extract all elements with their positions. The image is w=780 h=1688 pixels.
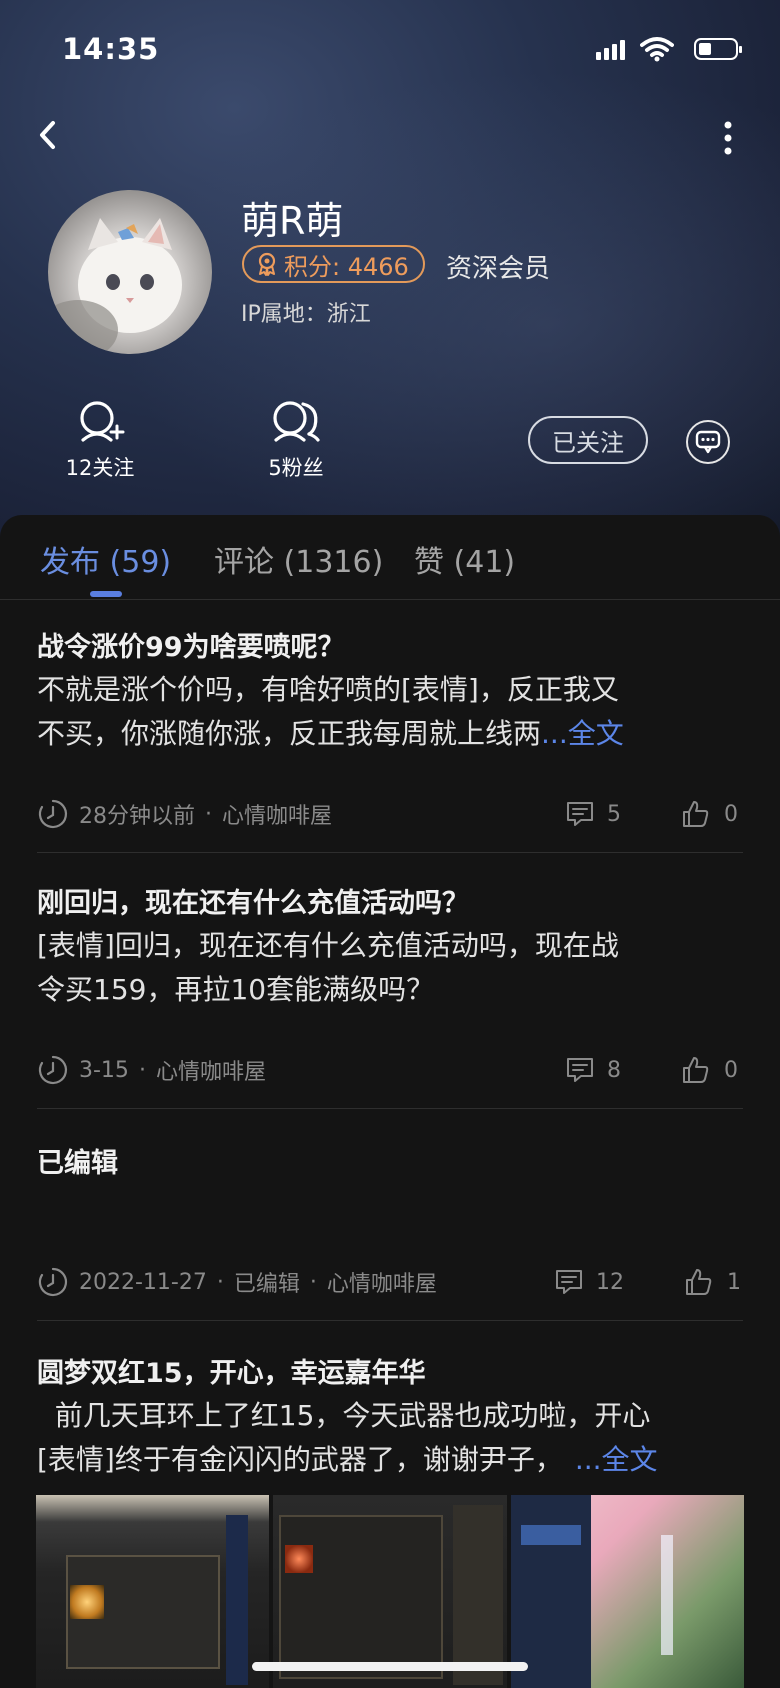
username: 萌R萌 bbox=[241, 199, 344, 243]
comment-count[interactable]: 12 bbox=[554, 1262, 624, 1302]
ip-location: IP属地：浙江 bbox=[241, 302, 371, 327]
post-body-line: [表情]终于有金闪闪的武器了，谢谢尹子， bbox=[37, 1443, 563, 1476]
thumbs-up-icon bbox=[686, 1269, 712, 1295]
post-body: 不就是涨个价吗，有啥好喷的[表情]，反正我又 不买，你涨随你涨，反正我每周就上线… bbox=[37, 668, 743, 756]
divider bbox=[37, 852, 743, 853]
post-title: 战令涨价99为啥要喷呢？ bbox=[37, 632, 345, 663]
clock-icon bbox=[38, 1055, 68, 1085]
followers-stat[interactable]: 5粉丝 bbox=[226, 398, 366, 482]
followed-button[interactable]: 已关注 bbox=[528, 416, 648, 464]
post-meta: 2022-11-27 · 已编辑 · 心情咖啡屋 12 1 bbox=[37, 1262, 743, 1302]
message-button[interactable] bbox=[686, 420, 730, 464]
like-count-value: 0 bbox=[724, 801, 738, 827]
post-time: 28分钟以前 bbox=[79, 804, 195, 829]
comment-count[interactable]: 8 bbox=[565, 1050, 621, 1090]
edited-label: 已编辑 bbox=[233, 1272, 300, 1297]
post-item[interactable]: 圆梦双红15，开心，幸运嘉年华 前几天耳环上了红15，今天武器也成功啦，开心 [… bbox=[37, 1354, 743, 1482]
meta-separator: · bbox=[216, 1269, 224, 1295]
tab-likes[interactable]: 赞 (41) bbox=[414, 537, 515, 581]
comment-count-value: 8 bbox=[607, 1057, 621, 1083]
status-bar: 14:35 bbox=[0, 28, 780, 72]
like-count[interactable]: 1 bbox=[683, 1262, 741, 1302]
back-arrow-icon[interactable] bbox=[36, 118, 58, 152]
comment-count[interactable]: 5 bbox=[565, 794, 621, 834]
medal-icon bbox=[258, 252, 276, 276]
post-image[interactable] bbox=[273, 1495, 507, 1688]
divider bbox=[37, 1320, 743, 1321]
post-image[interactable] bbox=[510, 1495, 744, 1688]
read-more-link[interactable]: ...全文 bbox=[575, 1443, 658, 1476]
clock-icon bbox=[38, 799, 68, 829]
followers-count: 5粉丝 bbox=[268, 456, 324, 480]
like-count-value: 1 bbox=[727, 1269, 741, 1295]
following-count: 12关注 bbox=[65, 456, 135, 480]
avatar[interactable] bbox=[48, 190, 212, 354]
tab-posts[interactable]: 发布 (59) bbox=[40, 537, 171, 581]
comment-icon bbox=[567, 802, 593, 826]
post-title: 刚回归，现在还有什么充值活动吗？ bbox=[37, 888, 469, 919]
post-board[interactable]: 心情咖啡屋 bbox=[222, 798, 332, 830]
like-count-value: 0 bbox=[724, 1057, 738, 1083]
chat-bubble-icon bbox=[695, 430, 721, 454]
post-title: 已编辑 bbox=[37, 1148, 118, 1179]
meta-separator: · bbox=[138, 1057, 146, 1083]
comment-icon bbox=[567, 1058, 593, 1082]
post-body: [表情]回归，现在还有什么充值活动吗，现在战 令买159，再拉10套能满级吗？ bbox=[37, 924, 743, 1012]
cellular-signal-icon bbox=[596, 40, 625, 60]
comment-count-value: 5 bbox=[607, 801, 621, 827]
thumbs-up-icon bbox=[683, 801, 709, 827]
post-body-line: 不买，你涨随你涨，反正我每周就上线两 bbox=[37, 717, 542, 750]
like-count[interactable]: 0 bbox=[680, 1050, 738, 1090]
post-body: 前几天耳环上了红15，今天武器也成功啦，开心 [表情]终于有金闪闪的武器了，谢谢… bbox=[37, 1394, 743, 1482]
member-level: 资深会员 bbox=[446, 254, 551, 284]
post-time: 2022-11-27 bbox=[79, 1269, 207, 1295]
thumbs-up-icon bbox=[683, 1057, 709, 1083]
post-meta: 3-15 · 心情咖啡屋 8 0 bbox=[37, 1050, 743, 1090]
post-item[interactable]: 刚回归，现在还有什么充值活动吗？ [表情]回归，现在还有什么充值活动吗，现在战 … bbox=[37, 884, 743, 1012]
more-options-icon[interactable] bbox=[712, 120, 744, 156]
post-item[interactable]: 已编辑 bbox=[37, 1144, 743, 1184]
comment-icon bbox=[556, 1270, 582, 1294]
post-item[interactable]: 战令涨价99为啥要喷呢？ 不就是涨个价吗，有啥好喷的[表情]，反正我又 不买，你… bbox=[37, 628, 743, 756]
tab-bar: 发布 (59) 评论 (1316) 赞 (41) bbox=[0, 515, 780, 600]
active-tab-indicator bbox=[90, 591, 122, 597]
post-image[interactable] bbox=[36, 1495, 270, 1688]
points-badge: 积分: 4466 bbox=[242, 245, 425, 283]
wifi-icon bbox=[640, 37, 674, 62]
post-body-line: 不就是涨个价吗，有啥好喷的[表情]，反正我又 bbox=[37, 673, 619, 706]
read-more-link[interactable]: ...全文 bbox=[541, 717, 624, 750]
status-time: 14:35 bbox=[62, 32, 160, 66]
post-meta: 28分钟以前 · 心情咖啡屋 5 0 bbox=[37, 794, 743, 834]
points-label: 积分: 4466 bbox=[284, 252, 409, 281]
post-time: 3-15 bbox=[79, 1057, 129, 1083]
home-indicator[interactable] bbox=[252, 1662, 528, 1671]
comment-count-value: 12 bbox=[596, 1269, 624, 1295]
post-board[interactable]: 心情咖啡屋 bbox=[327, 1266, 437, 1298]
post-image-grid bbox=[36, 1495, 744, 1688]
followers-users-icon bbox=[273, 401, 320, 442]
post-board[interactable]: 心情咖啡屋 bbox=[156, 1054, 266, 1086]
following-stat[interactable]: 12关注 bbox=[30, 398, 170, 482]
meta-separator: · bbox=[205, 801, 212, 827]
post-body-line: 前几天耳环上了红15，今天武器也成功啦，开心 bbox=[37, 1399, 651, 1432]
following-user-icon bbox=[80, 401, 125, 442]
post-title: 圆梦双红15，开心，幸运嘉年华 bbox=[37, 1358, 426, 1389]
tab-comments[interactable]: 评论 (1316) bbox=[214, 537, 383, 581]
meta-separator: · bbox=[309, 1269, 317, 1295]
clock-icon bbox=[38, 1267, 68, 1297]
divider bbox=[37, 1108, 743, 1109]
post-body-line: 令买159，再拉10套能满级吗？ bbox=[37, 973, 435, 1006]
cat-avatar-image bbox=[48, 218, 182, 354]
post-body-line: [表情]回归，现在还有什么充值活动吗，现在战 bbox=[37, 929, 619, 962]
like-count[interactable]: 0 bbox=[680, 794, 738, 834]
battery-icon bbox=[694, 38, 742, 60]
